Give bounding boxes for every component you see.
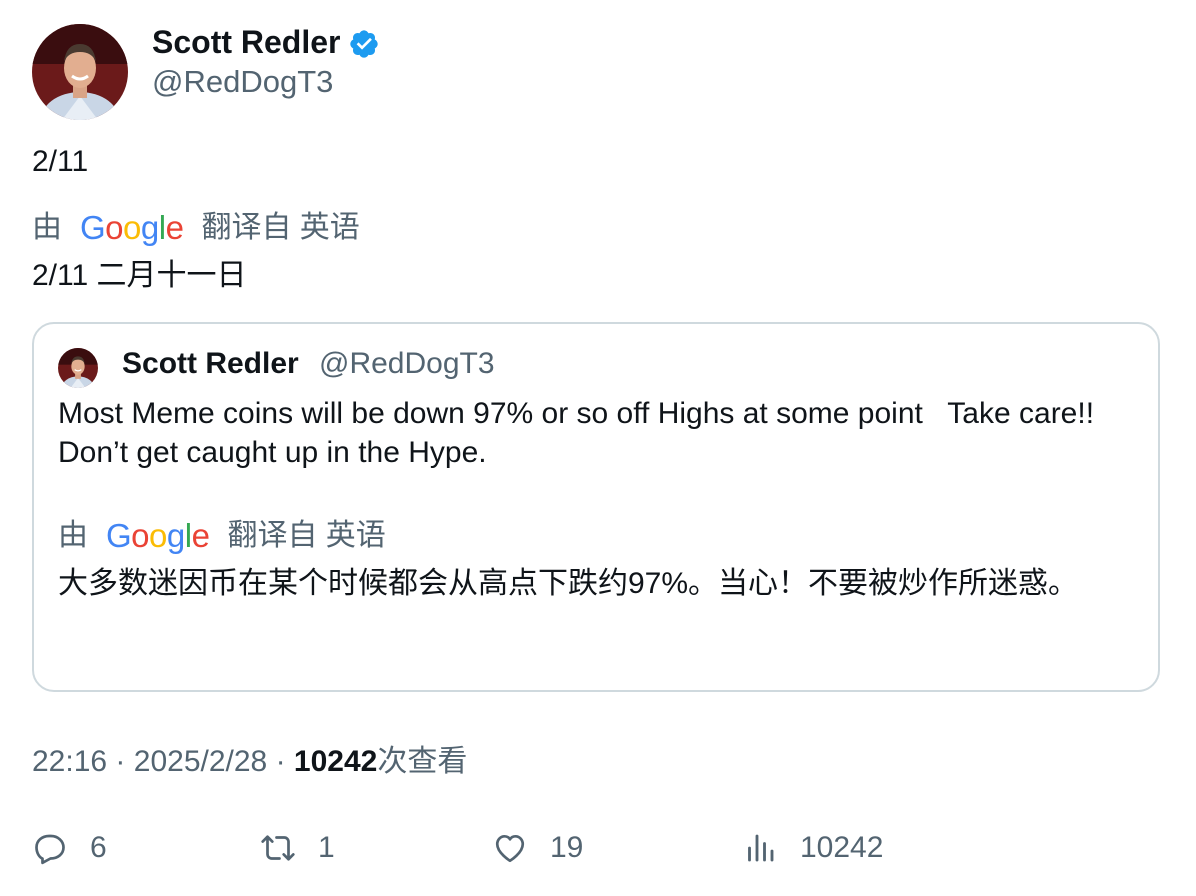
google-logo-letter: l bbox=[158, 209, 166, 246]
view-count: 10242 bbox=[293, 745, 378, 778]
translated-from-label: 翻译自 英语 bbox=[201, 211, 360, 244]
quoted-translated-text: 大多数迷因币在某个时候都会从高点下跌约97%。当心！不要被炒作所迷惑。 bbox=[58, 567, 1079, 600]
author-name[interactable]: Scott Redler bbox=[152, 22, 340, 62]
translated-by-label: 由 bbox=[58, 519, 88, 552]
translation-attribution[interactable]: 由 Google 翻译自 英语 bbox=[32, 208, 360, 248]
retweet-count: 1 bbox=[318, 831, 335, 864]
google-logo-letter: o bbox=[123, 209, 141, 246]
google-logo-letter: g bbox=[166, 517, 185, 554]
meta-separator: · bbox=[275, 745, 286, 778]
google-logo-letter: e bbox=[191, 517, 210, 554]
google-logo-letter: o bbox=[105, 209, 124, 246]
retweet-button[interactable]: 1 bbox=[260, 828, 335, 868]
author-avatar[interactable] bbox=[32, 24, 128, 120]
reply-button[interactable]: 6 bbox=[32, 828, 107, 868]
translated-from-label: 翻译自 英语 bbox=[227, 519, 386, 552]
avatar-image bbox=[58, 348, 98, 388]
google-logo-letter: o bbox=[131, 517, 150, 554]
google-logo: Google bbox=[80, 208, 184, 248]
quoted-author-avatar[interactable] bbox=[58, 348, 98, 388]
avatar-image bbox=[32, 24, 128, 120]
reply-count: 6 bbox=[90, 831, 107, 864]
quoted-translation-attribution[interactable]: 由 Google 翻译自 英语 bbox=[58, 516, 386, 556]
google-logo-letter: e bbox=[165, 209, 184, 246]
analytics-icon bbox=[748, 834, 774, 862]
translated-text: 2/11 二月十一日 bbox=[32, 259, 247, 292]
author-handle[interactable]: @RedDogT3 bbox=[152, 62, 333, 102]
verified-badge-icon bbox=[350, 30, 378, 58]
quoted-author-name: Scott Redler bbox=[122, 347, 299, 380]
tweet-text: 2/11 bbox=[32, 145, 89, 178]
quoted-author-handle: @RedDogT3 bbox=[319, 347, 495, 380]
views-button[interactable]: 10242 bbox=[742, 828, 883, 868]
tweet-time[interactable]: 22:16 bbox=[32, 745, 107, 778]
tweet-date[interactable]: 2025/2/28 bbox=[134, 745, 267, 778]
google-logo-letter: G bbox=[80, 209, 106, 246]
reply-icon bbox=[35, 834, 65, 865]
google-logo-letter: l bbox=[184, 517, 192, 554]
google-logo-letter: G bbox=[106, 517, 132, 554]
translated-by-label: 由 bbox=[32, 211, 62, 244]
like-button[interactable]: 19 bbox=[492, 828, 583, 868]
retweet-icon bbox=[261, 835, 295, 861]
like-count: 19 bbox=[550, 831, 584, 864]
views-count: 10242 bbox=[800, 831, 884, 864]
heart-icon bbox=[495, 834, 525, 863]
tweet-meta: 22:16 · 2025/2/28 · 10242次查看 bbox=[32, 742, 467, 782]
google-logo-letter: o bbox=[149, 517, 167, 554]
google-logo-letter: g bbox=[140, 209, 159, 246]
view-count-suffix: 次查看 bbox=[377, 745, 468, 778]
quoted-tweet-text: Most Meme coins will be down 97% or so o… bbox=[58, 397, 1111, 469]
google-logo: Google bbox=[106, 516, 210, 556]
meta-separator: · bbox=[115, 745, 126, 778]
